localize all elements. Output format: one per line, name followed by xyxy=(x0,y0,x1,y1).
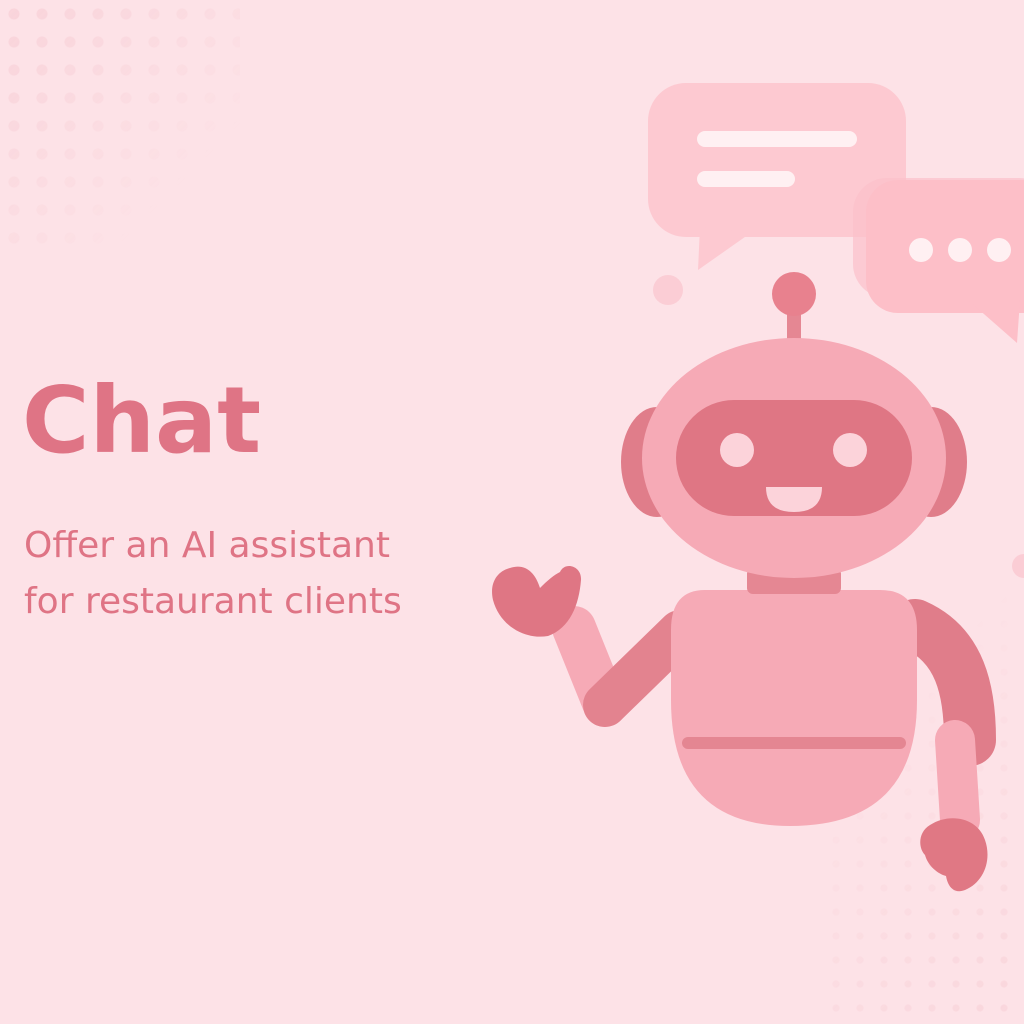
chat-bubble-typing-icon xyxy=(853,178,1024,343)
robot-icon xyxy=(492,272,996,892)
floating-dot xyxy=(1012,554,1024,578)
hero-canvas: Chat Offer an AI assistant for restauran… xyxy=(0,0,1024,1024)
robot-eye-right xyxy=(833,433,867,467)
robot-illustration xyxy=(492,83,1024,892)
floating-dot xyxy=(653,275,683,305)
robot-antenna xyxy=(772,272,816,316)
robot-hand xyxy=(920,818,988,892)
robot-body xyxy=(671,590,917,826)
robot-eye-left xyxy=(720,433,754,467)
